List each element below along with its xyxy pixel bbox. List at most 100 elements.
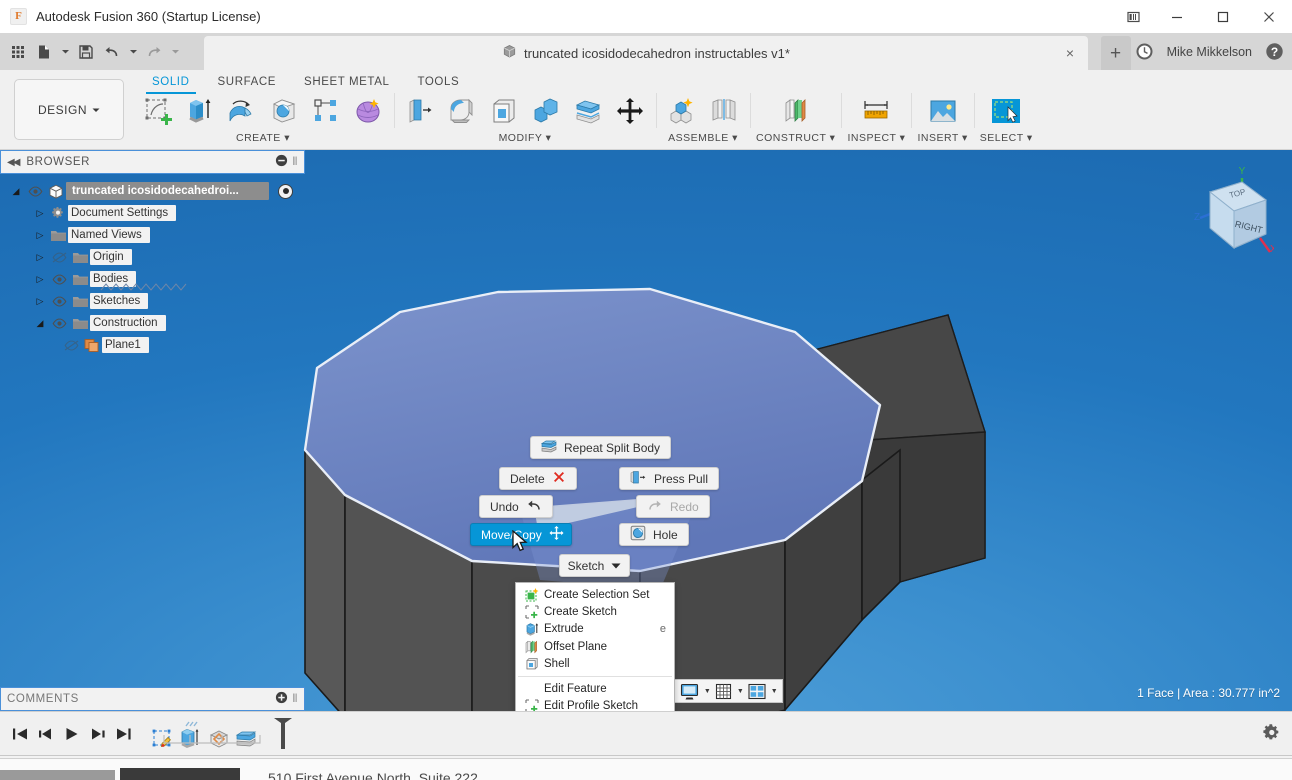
- step-forward-icon[interactable]: [86, 719, 110, 749]
- grip-icon[interactable]: ⦀: [293, 693, 298, 706]
- help-icon[interactable]: ?: [1264, 42, 1284, 62]
- twisty-collapsed-icon[interactable]: ▷: [32, 230, 48, 241]
- go-to-beginning-icon[interactable]: [8, 719, 32, 749]
- twisty-expanded-icon[interactable]: ◢: [8, 186, 24, 197]
- close-tab-icon[interactable]: ×: [1062, 45, 1078, 61]
- sweep-icon[interactable]: [264, 91, 304, 131]
- tree-item-document-settings[interactable]: ▷ Document Settings: [0, 202, 305, 224]
- marking-menu-undo[interactable]: Undo: [479, 495, 553, 518]
- measure-icon[interactable]: [856, 91, 896, 131]
- grid-snaps-caret-icon[interactable]: ▼: [736, 688, 744, 695]
- marking-menu-delete[interactable]: Delete: [499, 467, 577, 490]
- tree-item-construction[interactable]: ◢ Construction: [0, 312, 305, 334]
- panel-select-title[interactable]: SELECT ▾: [980, 132, 1033, 144]
- tab-surface[interactable]: SURFACE: [204, 74, 291, 92]
- panel-insert-title[interactable]: INSERT ▾: [917, 132, 967, 144]
- twisty-collapsed-icon[interactable]: ▷: [32, 208, 48, 219]
- redo-caret[interactable]: [167, 37, 183, 67]
- move-copy-icon[interactable]: [610, 91, 650, 131]
- form-icon[interactable]: [348, 91, 388, 131]
- twisty-collapsed-icon[interactable]: ▷: [32, 274, 48, 285]
- viewports-caret-icon[interactable]: ▼: [770, 688, 778, 695]
- offset-plane-icon[interactable]: [776, 91, 816, 131]
- context-item-edit-profile-sketch[interactable]: Edit Profile Sketch: [516, 697, 674, 711]
- twisty-collapsed-icon[interactable]: ▷: [32, 252, 48, 263]
- context-item-offset-plane[interactable]: Offset Plane: [516, 638, 674, 655]
- marking-menu-sketch-dropdown[interactable]: Sketch: [559, 554, 630, 577]
- eye-hidden-icon[interactable]: [48, 252, 70, 263]
- context-item-edit-feature[interactable]: Edit Feature: [516, 680, 674, 697]
- revolve-icon[interactable]: [222, 91, 262, 131]
- eye-icon[interactable]: [24, 186, 46, 197]
- panel-inspect-title[interactable]: INSPECT ▾: [847, 132, 905, 144]
- comments-panel[interactable]: COMMENTS ⦀: [0, 687, 305, 711]
- undo-caret[interactable]: [125, 37, 141, 67]
- tree-item-bodies[interactable]: ▷ Bodies: [0, 268, 305, 290]
- save-icon[interactable]: [73, 37, 99, 67]
- context-item-create-sketch[interactable]: Create Sketch: [516, 603, 674, 620]
- maximize-icon[interactable]: [1200, 0, 1246, 33]
- eye-icon[interactable]: [48, 318, 70, 329]
- joint-icon[interactable]: [704, 91, 744, 131]
- insert-image-icon[interactable]: [923, 91, 963, 131]
- eye-icon[interactable]: [48, 296, 70, 307]
- close-icon[interactable]: [1246, 0, 1292, 33]
- collapse-left-icon[interactable]: ◀◀: [7, 157, 18, 168]
- panel-modify-title[interactable]: MODIFY ▾: [499, 132, 552, 144]
- marking-menu-repeat-split-body[interactable]: Repeat Split Body: [530, 436, 671, 459]
- grip-icon[interactable]: ⦀: [293, 156, 298, 169]
- window-layout-icon[interactable]: [1114, 0, 1154, 33]
- marking-menu-redo[interactable]: Redo: [636, 495, 710, 518]
- create-sketch-icon[interactable]: [138, 91, 178, 131]
- tree-item-named-views[interactable]: ▷ Named Views: [0, 224, 305, 246]
- minimize-icon[interactable]: [1154, 0, 1200, 33]
- activate-icon[interactable]: [278, 184, 293, 199]
- twisty-expanded-icon[interactable]: ◢: [32, 318, 48, 329]
- panel-construct-title[interactable]: CONSTRUCT ▾: [756, 132, 835, 144]
- fillet-icon[interactable]: [442, 91, 482, 131]
- workspace-switcher[interactable]: DESIGN: [14, 79, 124, 140]
- user-name[interactable]: Mike Mikkelson: [1159, 45, 1260, 59]
- minus-circle-icon[interactable]: [275, 154, 288, 170]
- step-back-icon[interactable]: [34, 719, 58, 749]
- eye-hidden-icon[interactable]: [60, 340, 82, 351]
- eye-icon[interactable]: [48, 274, 70, 285]
- tab-tools[interactable]: TOOLS: [403, 74, 473, 92]
- twisty-collapsed-icon[interactable]: ▷: [32, 296, 48, 307]
- undo-icon[interactable]: [99, 37, 125, 67]
- viewports-icon[interactable]: [745, 680, 769, 702]
- clock-icon[interactable]: [1135, 42, 1155, 62]
- add-circle-icon[interactable]: [275, 691, 288, 707]
- tree-item-root[interactable]: ◢ truncated icosidodecahedroi...: [0, 180, 305, 202]
- marking-menu-hole[interactable]: Hole: [619, 523, 689, 546]
- context-item-shell[interactable]: Shell: [516, 656, 674, 673]
- app-grid-icon[interactable]: [5, 37, 31, 67]
- document-tab[interactable]: truncated icosidodecahedron instructable…: [204, 36, 1088, 70]
- new-tab-button[interactable]: +: [1101, 36, 1131, 70]
- panel-create-title[interactable]: CREATE ▾: [236, 132, 290, 144]
- go-to-end-icon[interactable]: [112, 719, 136, 749]
- new-component-icon[interactable]: [662, 91, 702, 131]
- redo-icon[interactable]: [141, 37, 167, 67]
- tree-item-origin[interactable]: ▷ Origin: [0, 246, 305, 268]
- new-document-icon[interactable]: [31, 37, 57, 67]
- shell-icon[interactable]: [484, 91, 524, 131]
- panel-assemble-title[interactable]: ASSEMBLE ▾: [668, 132, 738, 144]
- gear-icon[interactable]: [1260, 719, 1284, 749]
- grid-snaps-icon[interactable]: [712, 680, 735, 702]
- pattern-icon[interactable]: [306, 91, 346, 131]
- combine-icon[interactable]: [526, 91, 566, 131]
- timeline-end-marker[interactable]: [272, 717, 294, 751]
- display-settings-icon[interactable]: [677, 680, 702, 702]
- context-item-create-selection-set[interactable]: Create Selection Set: [516, 586, 674, 603]
- extrude-icon[interactable]: [180, 91, 220, 131]
- tab-solid[interactable]: SOLID: [138, 74, 204, 92]
- new-document-caret[interactable]: [57, 37, 73, 67]
- select-icon[interactable]: [986, 91, 1026, 131]
- marking-menu-press-pull[interactable]: Press Pull: [619, 467, 719, 490]
- tab-sheet-metal[interactable]: SHEET METAL: [290, 74, 403, 92]
- offset-face-icon[interactable]: [568, 91, 608, 131]
- view-cube[interactable]: Y X Z TOP RIGHT: [1182, 162, 1274, 262]
- tree-item-sketches[interactable]: ▷ Sketches: [0, 290, 305, 312]
- press-pull-icon[interactable]: [400, 91, 440, 131]
